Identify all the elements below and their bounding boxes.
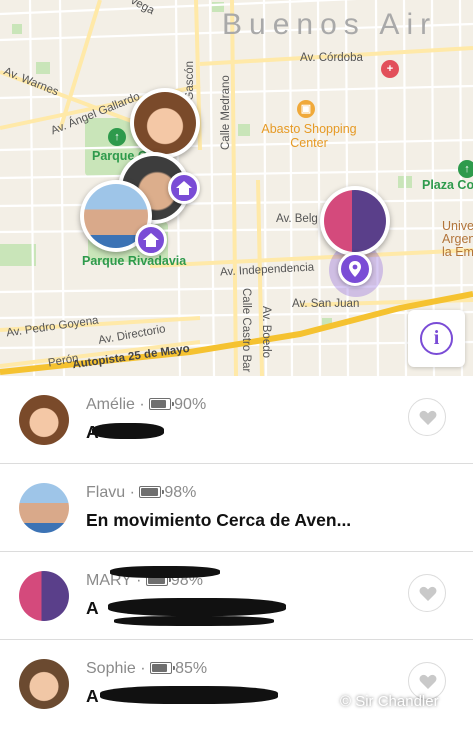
avatar [19, 395, 69, 445]
place-label: Univer Argen la Em [442, 220, 473, 259]
list-item[interactable]: MARY · 98% A [0, 552, 473, 640]
street-label: Av. Boedo [260, 306, 272, 359]
separator: · [140, 660, 146, 677]
hospital-pin-icon: + [381, 60, 399, 78]
favorite-button[interactable] [408, 398, 446, 436]
shopping-pin-icon: ▣ [297, 100, 315, 118]
street-label: Av. San Juan [292, 298, 360, 310]
member-name: Amélie [86, 396, 135, 413]
member-name: Sophie [86, 660, 136, 677]
member-status: En movimiento Cerca de Aven... [86, 510, 352, 530]
location-pin-icon [338, 252, 372, 286]
member-meta: Sophie · 85% [86, 660, 207, 678]
redaction-scribble [92, 423, 164, 439]
battery-icon [150, 662, 176, 674]
street-label: Av. Córdoba [300, 52, 363, 64]
watermark: © Sir Chandler [340, 693, 439, 710]
redaction-scribble [114, 616, 274, 626]
avatar [19, 571, 69, 621]
member-name: Flavu [86, 484, 126, 501]
avatar [19, 483, 69, 533]
place-label: Parque Rivadavia [82, 254, 187, 268]
park-pin-icon: ↑ [108, 128, 126, 146]
member-pin-mary[interactable] [320, 186, 390, 256]
info-icon: i [420, 322, 453, 355]
park-pin-icon: ↑ [458, 160, 473, 178]
redaction-scribble [100, 686, 278, 704]
heart-icon [419, 674, 437, 689]
battery-icon [139, 486, 165, 498]
city-label: Buenos Air [222, 8, 438, 41]
info-button[interactable]: i [408, 310, 465, 367]
redaction-scribble [110, 566, 220, 578]
list-item[interactable]: Sophie · 85% A [0, 640, 473, 728]
member-status: A [86, 686, 99, 706]
battery-percent: 98% [164, 484, 197, 501]
redaction-scribble [108, 598, 286, 616]
battery-percent: 90% [174, 396, 207, 413]
avatar [19, 659, 69, 709]
home-icon [168, 172, 200, 204]
battery-icon [149, 398, 175, 410]
family-map[interactable]: Buenos Air vega Av. Warnes Av. Ángel Gal… [0, 0, 473, 376]
heart-icon [419, 410, 437, 425]
list-item[interactable]: Amélie · 90% A [0, 376, 473, 464]
home-icon [135, 224, 167, 256]
heart-icon [419, 586, 437, 601]
member-meta: Amélie · 90% [86, 396, 206, 414]
separator: · [139, 396, 145, 413]
street-label: Calle Castro Bar [240, 288, 252, 373]
separator: · [129, 484, 135, 501]
list-item[interactable]: Flavu · 98% En movimiento Cerca de Aven.… [0, 464, 473, 552]
member-pin-amelie[interactable] [130, 88, 200, 158]
place-label: Plaza Co [422, 178, 473, 192]
member-meta: Flavu · 98% [86, 484, 196, 502]
place-label: Abasto Shopping Center [261, 122, 357, 150]
favorite-button[interactable] [408, 574, 446, 612]
street-label: Calle Medrano [220, 75, 232, 150]
street-label: Av. Belg [276, 213, 318, 225]
member-list: Amélie · 90% A Flavu · 98% En movimiento… [0, 376, 473, 730]
battery-percent: 85% [175, 660, 208, 677]
member-status: A [86, 598, 99, 618]
